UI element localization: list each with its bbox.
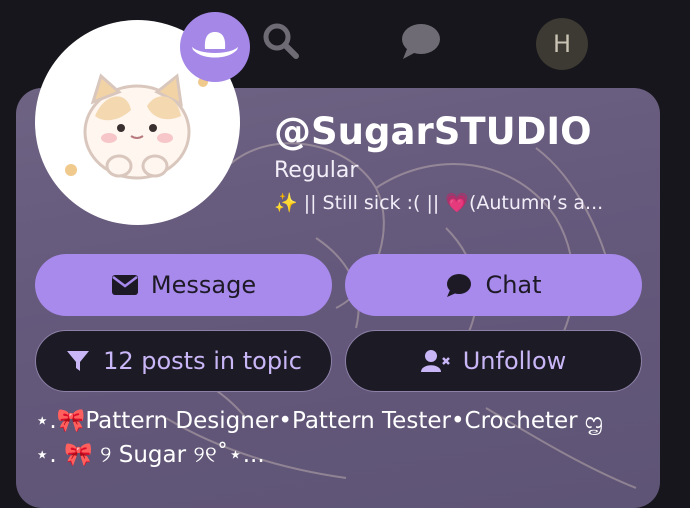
user-status: ✨ || Still sick :( || 💗(Autumn’s a... bbox=[274, 192, 604, 214]
user-title: Regular bbox=[274, 158, 359, 183]
chat-button[interactable]: Chat bbox=[345, 254, 642, 316]
message-button-label: Message bbox=[150, 271, 257, 299]
user-avatar-button[interactable]: H bbox=[536, 18, 588, 70]
profile-bio: ⋆.🎀Pattern Designer•Pattern Tester•Croch… bbox=[35, 408, 603, 468]
search-icon[interactable] bbox=[258, 18, 304, 64]
filter-icon bbox=[67, 351, 90, 371]
user-remove-icon bbox=[420, 350, 450, 372]
message-button[interactable]: Message bbox=[35, 254, 332, 316]
chat-icon bbox=[447, 274, 472, 297]
unfollow-button[interactable]: Unfollow bbox=[345, 330, 642, 392]
chat-bubble-icon[interactable] bbox=[396, 18, 446, 64]
posts-in-topic-button[interactable]: 12 posts in topic bbox=[35, 330, 332, 392]
user-avatar-letter: H bbox=[552, 30, 572, 58]
profile-username: @SugarSTUDIO bbox=[274, 110, 592, 153]
cowboy-hat-icon[interactable] bbox=[180, 12, 250, 82]
posts-in-topic-label: 12 posts in topic bbox=[103, 347, 302, 375]
envelope-icon bbox=[111, 275, 138, 295]
chat-button-label: Chat bbox=[485, 271, 542, 299]
unfollow-button-label: Unfollow bbox=[462, 347, 567, 375]
